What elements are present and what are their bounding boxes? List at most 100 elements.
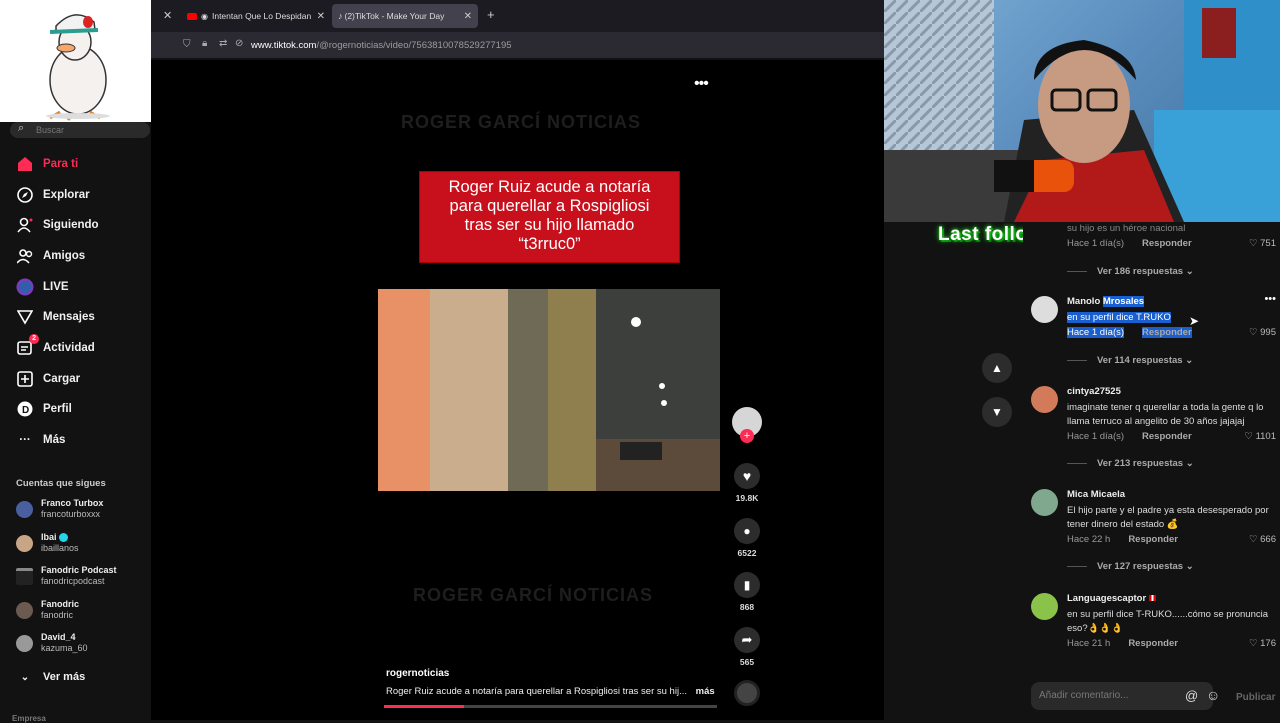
heart-icon: ♥ [742,468,752,484]
following-item[interactable]: David_4 kazuma_60 [16,632,88,654]
live-icon [16,278,34,296]
video-frame [378,289,720,491]
webcam-image [884,0,1280,222]
shield-icon: ⛉ [183,39,191,50]
comments-panel: su hijo es un héroe nacional Hace 1 día(… [1023,222,1280,720]
profile-icon: D [16,400,34,418]
like-count[interactable]: ♡ 176 [1249,638,1276,649]
following-item[interactable]: Franco Turbox francoturboxxx [16,498,103,520]
activity-icon: 2 [16,334,39,357]
search-input[interactable]: Buscar [10,122,150,138]
progress-bar[interactable] [384,705,717,708]
follow-plus-icon[interactable]: + [740,429,754,443]
avatar [16,601,33,619]
following-title: Cuentas que sigues [16,478,106,489]
avatar [16,534,33,552]
emoji-icon[interactable]: ☺ [1206,687,1220,703]
view-replies-button[interactable]: Ver 213 respuestas ⌄ [1067,458,1194,469]
see-more-button[interactable]: ⌄ Ver más [16,668,85,686]
upload-icon [16,370,34,388]
tab-label: Intentan Que Lo Despidan [211,11,312,21]
duck-avatar-icon [46,14,110,121]
mention-icon[interactable]: @ [1185,688,1198,703]
video-description: Roger Ruiz acude a notaría para querella… [386,686,715,697]
video-player[interactable]: ••• ROGER GARCÍ NOTICIAS Roger Ruiz acud… [151,60,884,720]
video-author[interactable]: rogernoticias [386,668,449,679]
avatar [16,567,33,585]
nav-for-you[interactable]: Para ti [16,155,78,173]
avatar [16,500,33,518]
nav-upload[interactable]: Cargar [16,370,80,388]
nav-label: Perfil [43,403,72,415]
tiktok-icon: ♪ [338,11,343,21]
mute-icon: ⊘ [235,38,244,49]
nav-friends[interactable]: Amigos [16,247,85,265]
nav-explore[interactable]: Explorar [16,186,90,204]
avatar [1031,593,1058,620]
options-icon[interactable]: ••• [694,75,709,93]
following-item[interactable]: Fanodric Podcast fanodricpodcast [16,565,117,587]
comment-item: Languagescaptor en su perfil dice T-RUKO… [1031,593,1276,673]
tab-youtube[interactable]: ◉ Intentan Que Lo Despidan ✕ [181,4,331,28]
nav-label: Cargar [43,373,81,385]
svg-text:D: D [22,405,29,416]
comment-item: Mica Micaela El hijo parte y el padre ya… [1031,489,1276,569]
nav-messages[interactable]: Mensajes [16,308,95,326]
comment-options-icon[interactable]: ••• [1264,293,1276,305]
nav-following[interactable]: Siguiendo [16,216,99,234]
following-item[interactable]: Fanodric fanodric [16,599,79,621]
tab-tiktok[interactable]: ♪ (2)TikTok - Make Your Day ✕ [332,4,478,28]
see-more-link[interactable]: más [696,686,715,697]
view-replies-button[interactable]: Ver 114 respuestas ⌄ [1067,355,1193,366]
reply-button[interactable]: Responder [1128,534,1178,545]
chevron-down-icon: ▼ [991,405,1003,419]
like-count[interactable]: ♡ 666 [1249,534,1276,545]
nav-more[interactable]: ··· Más [16,431,65,449]
chevron-up-icon: ▲ [991,361,1003,375]
nav-label: Mensajes [43,311,95,323]
close-icon[interactable]: ✕ [163,9,172,22]
reply-button[interactable]: Responder [1142,327,1192,338]
comment-item: su hijo es un héroe nacional Hace 1 día(… [1067,223,1276,249]
following-item[interactable]: Ibai ibaillanos [16,532,79,554]
view-replies-button[interactable]: Ver 186 respuestas ⌄ [1067,266,1194,277]
nav-label: Para ti [43,158,79,170]
close-tab-icon[interactable]: ✕ [464,11,472,22]
permissions-icon: ⇄ [219,38,228,49]
reply-button[interactable]: Responder [1128,638,1178,649]
new-tab-icon[interactable]: + [487,7,495,22]
close-tab-icon[interactable]: ✕ [317,11,325,22]
nav-profile[interactable]: D Perfil [16,400,72,418]
save-button[interactable]: ▮ 868 [731,572,763,612]
comment-icon: ● [743,524,751,538]
like-count[interactable]: ♡ 1101 [1244,431,1276,442]
reply-button[interactable]: Responder [1142,238,1192,249]
previous-video-button[interactable]: ▲ [982,353,1012,383]
progress-fill [384,705,464,708]
sidebar: Buscar ⌕ Para ti Explorar Siguiendo Amig… [0,122,151,723]
like-button[interactable]: ♥ 19.8K [731,463,763,503]
publish-button[interactable]: Publicar [1236,692,1275,703]
share-button[interactable]: ➦ 565 [731,627,763,667]
nav-label: Más [43,434,66,446]
url-bar[interactable]: ⛉ 🔒︎ ⇄ ⊘ www.tiktok.com/@rogernoticias/v… [151,32,884,59]
nav-live[interactable]: LIVE [16,278,69,296]
avatar [16,634,33,652]
avatar [1031,386,1058,413]
compass-icon [16,186,34,204]
url-text[interactable]: www.tiktok.com/@rogernoticias/video/7563… [251,40,512,51]
comment-button[interactable]: ● 6522 [731,518,763,558]
streamer-webcam [884,0,1280,222]
nav-activity[interactable]: 2 Actividad [16,334,95,357]
like-count[interactable]: ♡ 751 [1249,238,1276,249]
music-disc[interactable] [731,680,763,706]
more-icon: ··· [19,434,31,446]
activity-badge: 2 [29,334,39,344]
next-video-button[interactable]: ▼ [982,397,1012,427]
reply-button[interactable]: Responder [1142,431,1192,442]
footer-link[interactable]: Empresa [12,714,46,723]
like-count[interactable]: ♡ 995 [1249,327,1276,338]
video-frame-image [378,289,720,491]
view-replies-button[interactable]: Ver 127 respuestas ⌄ [1067,561,1194,572]
creator-avatar[interactable]: + [731,407,763,443]
